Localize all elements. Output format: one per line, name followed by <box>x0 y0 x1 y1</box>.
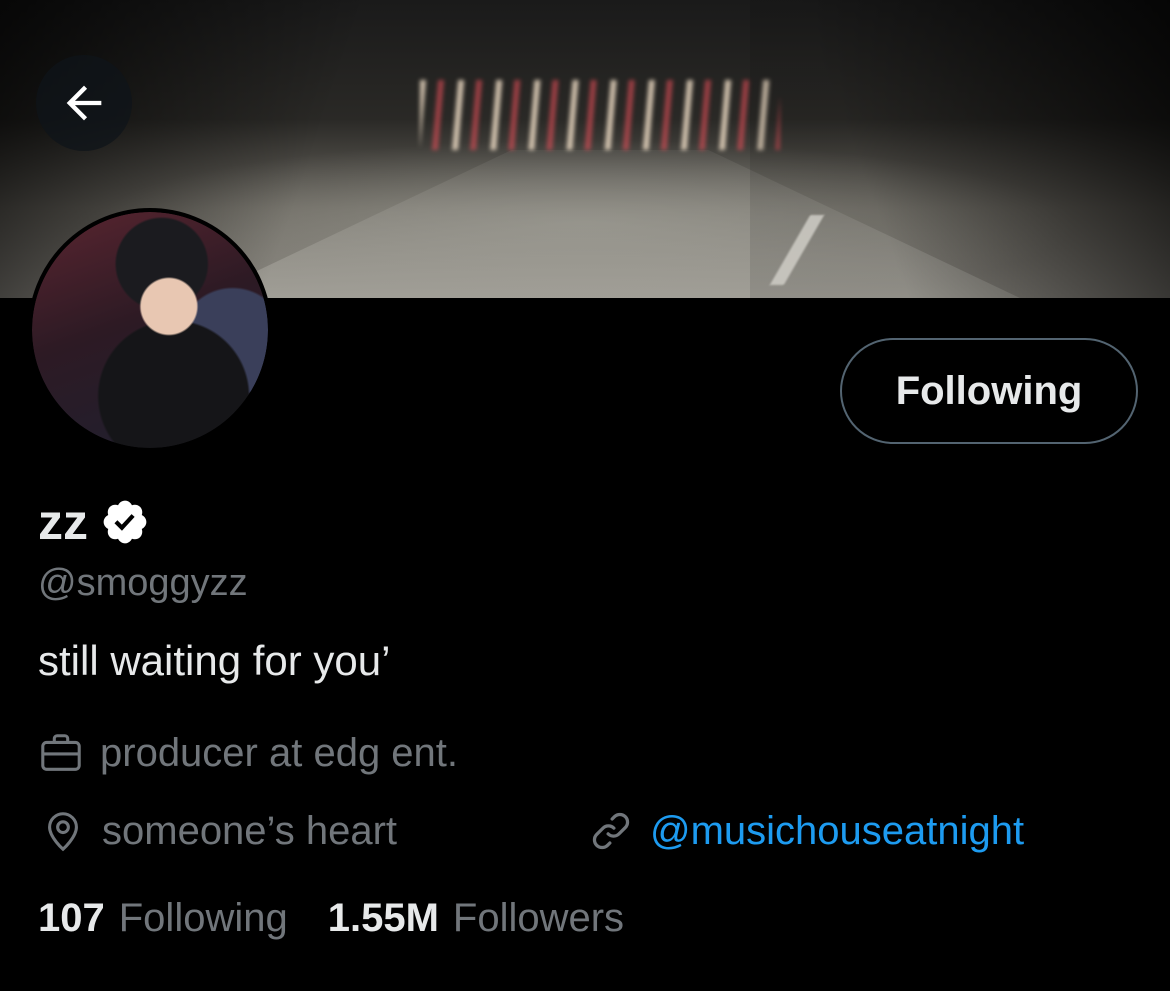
arrow-left-icon <box>66 85 102 121</box>
profile-page: Following zz @smoggyzz still waiting for… <box>0 0 1170 991</box>
display-name: zz <box>38 494 88 550</box>
profile-work-text: producer at edg ent. <box>100 731 459 775</box>
profile-bio: still waiting for you’ <box>38 637 391 684</box>
followers-count: 1.55M <box>327 896 439 940</box>
name-row: zz <box>38 492 150 552</box>
link-icon <box>586 806 636 856</box>
banner-lights <box>420 80 780 150</box>
follow-stats: 107 Following 1.55M Followers <box>38 894 624 942</box>
following-button-label: Following <box>895 368 1083 413</box>
profile-photo <box>32 212 268 448</box>
profile-website[interactable]: @musichouseatnight <box>586 806 1024 856</box>
verified-badge-icon[interactable] <box>100 497 150 547</box>
profile-location-text: someone’s heart <box>102 809 397 853</box>
following-stat[interactable]: 107 Following <box>38 894 288 942</box>
banner-shade-right <box>750 0 1170 298</box>
location-pin-icon <box>38 806 88 856</box>
following-count: 107 <box>38 896 105 940</box>
following-button[interactable]: Following <box>840 338 1138 444</box>
user-handle: @smoggyzz <box>38 562 248 604</box>
profile-work: producer at edg ent. <box>36 728 458 778</box>
profile-location: someone’s heart <box>38 806 397 856</box>
followers-stat[interactable]: 1.55M Followers <box>328 894 624 942</box>
avatar[interactable] <box>28 208 272 452</box>
followers-label: Followers <box>452 896 625 940</box>
profile-website-link[interactable]: @musichouseatnight <box>650 807 1024 855</box>
back-button[interactable] <box>36 55 132 151</box>
briefcase-icon <box>36 728 86 778</box>
following-label: Following <box>118 896 288 940</box>
